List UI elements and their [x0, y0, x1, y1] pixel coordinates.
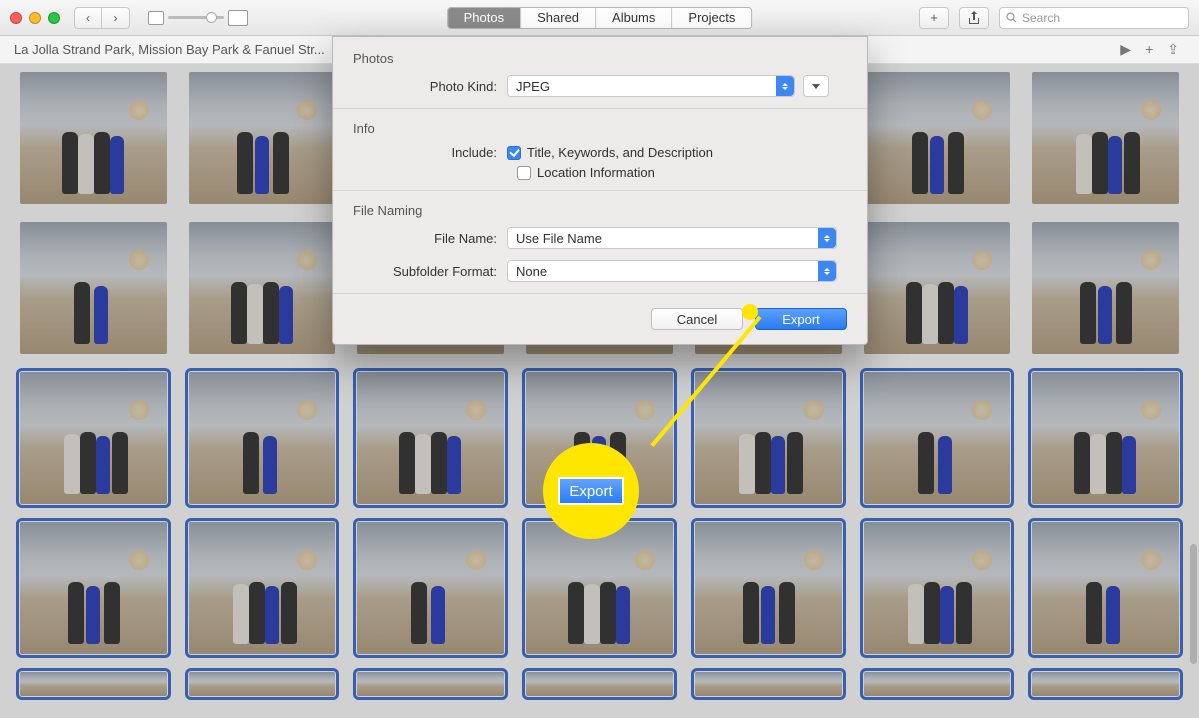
subfolder-value: None [516, 264, 547, 279]
photo-thumbnail[interactable] [20, 372, 167, 504]
zoom-slider[interactable] [168, 16, 224, 19]
photo-thumbnail[interactable] [189, 372, 336, 504]
view-tabs: Photos Shared Albums Projects [447, 7, 753, 29]
add-to-icon[interactable]: + [1145, 41, 1153, 58]
photo-thumbnail[interactable] [189, 222, 336, 354]
annotation-label: Export [558, 477, 624, 505]
photo-thumbnail[interactable] [864, 222, 1011, 354]
photo-thumbnail[interactable] [20, 522, 167, 654]
add-button[interactable]: + [919, 7, 949, 29]
forward-button[interactable]: › [102, 7, 130, 29]
photo-thumbnail[interactable] [1032, 672, 1179, 696]
window-toolbar: ‹ › Photos Shared Albums Projects + Sear… [0, 0, 1199, 36]
photo-thumbnail[interactable] [357, 522, 504, 654]
photo-thumbnail[interactable] [864, 672, 1011, 696]
file-name-select[interactable]: Use File Name [507, 227, 837, 249]
photo-thumbnail[interactable] [526, 672, 673, 696]
photo-kind-select[interactable]: JPEG [507, 75, 795, 97]
thumbnail-large-icon [228, 10, 248, 26]
select-caret-icon [776, 76, 794, 96]
tab-photos[interactable]: Photos [448, 8, 520, 28]
section-info-label: Info [333, 117, 867, 142]
select-caret-icon [818, 228, 836, 248]
annotation-callout: Export [543, 443, 639, 539]
photo-thumbnail[interactable] [526, 522, 673, 654]
share-button[interactable] [959, 7, 989, 29]
include-title-text: Title, Keywords, and Description [527, 145, 713, 160]
photo-thumbnail[interactable] [357, 672, 504, 696]
search-placeholder: Search [1022, 11, 1060, 25]
file-name-label: File Name: [353, 231, 507, 246]
zoom-slider-group [148, 10, 248, 26]
photo-thumbnail[interactable] [1032, 72, 1179, 204]
expand-options-button[interactable] [803, 75, 829, 97]
subfolder-select[interactable]: None [507, 260, 837, 282]
photo-thumbnail[interactable] [695, 672, 842, 696]
toolbar-right: + Search [919, 7, 1189, 29]
photo-thumbnail[interactable] [189, 72, 336, 204]
scrollbar[interactable] [1190, 544, 1197, 664]
photo-thumbnail[interactable] [189, 522, 336, 654]
photo-thumbnail[interactable] [20, 222, 167, 354]
share-icon [968, 11, 980, 25]
thumbnail-small-icon [148, 11, 164, 25]
search-icon [1006, 12, 1017, 23]
photo-thumbnail[interactable] [1032, 522, 1179, 654]
tab-projects[interactable]: Projects [671, 8, 751, 28]
fullscreen-window-button[interactable] [48, 12, 60, 24]
cancel-button[interactable]: Cancel [651, 308, 743, 330]
section-photos-label: Photos [333, 47, 867, 72]
photo-thumbnail[interactable] [695, 522, 842, 654]
include-label: Include: [353, 145, 507, 160]
photo-thumbnail[interactable] [357, 372, 504, 504]
photo-thumbnail[interactable] [1032, 372, 1179, 504]
tab-shared[interactable]: Shared [520, 8, 595, 28]
close-window-button[interactable] [10, 12, 22, 24]
page-title: La Jolla Strand Park, Mission Bay Park &… [14, 42, 325, 57]
include-title-checkbox[interactable] [507, 146, 521, 160]
file-name-value: Use File Name [516, 231, 602, 246]
select-caret-icon [818, 261, 836, 281]
annotation-endpoint [742, 304, 758, 320]
include-location-checkbox[interactable] [517, 166, 531, 180]
photo-thumbnail[interactable] [189, 672, 336, 696]
search-field[interactable]: Search [999, 7, 1189, 29]
subheader-actions: ▶ + ⇪ [1120, 41, 1185, 58]
minimize-window-button[interactable] [29, 12, 41, 24]
photo-thumbnail[interactable] [20, 72, 167, 204]
tab-albums[interactable]: Albums [595, 8, 671, 28]
nav-buttons: ‹ › [74, 7, 130, 29]
back-button[interactable]: ‹ [74, 7, 102, 29]
include-location-text: Location Information [537, 165, 655, 180]
photo-thumbnail[interactable] [20, 672, 167, 696]
section-filenaming-label: File Naming [333, 199, 867, 224]
photo-thumbnail[interactable] [1032, 222, 1179, 354]
photo-thumbnail[interactable] [695, 372, 842, 504]
photo-kind-value: JPEG [516, 79, 550, 94]
play-slideshow-icon[interactable]: ▶ [1120, 41, 1131, 58]
export-dialog: Photos Photo Kind: JPEG Info Include: Ti… [332, 36, 868, 345]
share-icon[interactable]: ⇪ [1167, 41, 1179, 58]
subfolder-label: Subfolder Format: [353, 264, 507, 279]
traffic-lights [10, 12, 60, 24]
photo-thumbnail[interactable] [864, 522, 1011, 654]
photo-thumbnail[interactable] [864, 372, 1011, 504]
photo-thumbnail[interactable] [864, 72, 1011, 204]
photo-kind-label: Photo Kind: [353, 79, 507, 94]
export-button[interactable]: Export [755, 308, 847, 330]
